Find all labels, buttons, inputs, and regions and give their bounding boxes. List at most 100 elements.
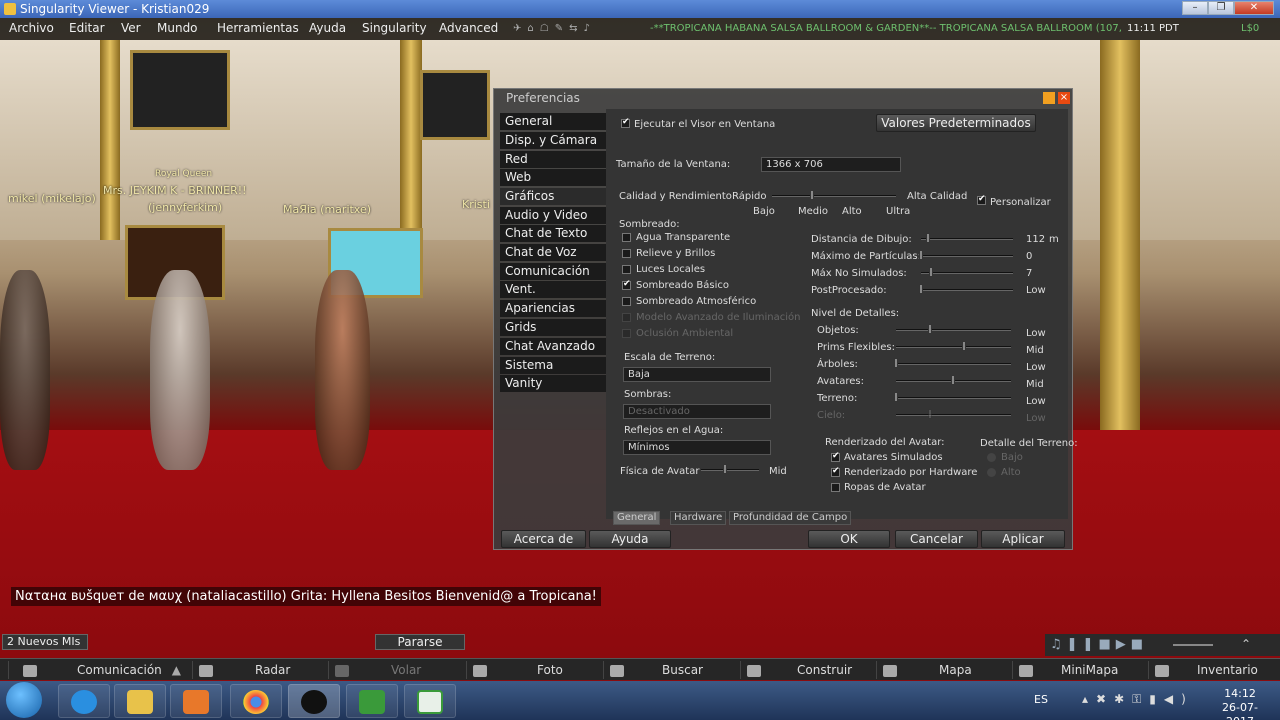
shader-checkbox[interactable] [622,279,631,290]
avatar-render-checkbox[interactable] [831,451,840,462]
draw-distance-slider[interactable] [921,238,1013,240]
category-communication[interactable]: Comunicación [500,263,606,280]
close-floater-button[interactable]: × [1058,92,1070,104]
start-button[interactable] [6,682,42,718]
dancing-avatar[interactable] [315,270,370,470]
media-buttons[interactable]: ♫❚❚■▶■ [1050,637,1148,652]
menu-singularity[interactable]: Singularity [362,21,427,35]
maximize-button[interactable]: ❐ [1208,1,1234,15]
new-im-button[interactable]: 2 Nuevos MIs [2,634,88,650]
lod-slider[interactable] [896,346,1011,348]
shader-checkbox[interactable] [622,249,631,258]
shader-checkbox[interactable] [622,329,631,338]
quality-slider[interactable] [772,195,896,197]
lod-slider-handle[interactable] [962,341,966,351]
terrain-scale-dropdown[interactable]: Baja [623,367,771,382]
toolbar-chat-button[interactable]: Comunicación ▲ [8,661,188,679]
max-particles-slider[interactable] [921,255,1013,257]
taskbar-singularity[interactable] [288,684,340,718]
lod-slider[interactable] [896,363,1011,365]
lod-slider-handle[interactable] [894,358,898,368]
lod-slider[interactable] [896,397,1011,399]
avatar-render-checkbox[interactable] [831,483,840,492]
system-clock[interactable]: 14:12 26-07-2017 [1210,687,1270,720]
window-titlebar[interactable]: Singularity Viewer - Kristian029 – ❐ ✕ [0,0,1280,18]
taskbar-chrome[interactable] [230,684,282,718]
draw-distance-handle[interactable] [926,233,930,243]
custom-checkbox[interactable] [977,194,986,205]
volume-slider[interactable] [1173,644,1213,646]
category-vanity[interactable]: Vanity [500,375,606,392]
language-indicator[interactable]: ES [1034,693,1048,706]
category-popups[interactable]: Vent. Emergentes [500,281,606,313]
subtab-hardware[interactable]: Hardware [670,511,727,525]
category-network[interactable]: Red [500,151,606,168]
shader-checkbox[interactable] [622,233,631,242]
region-name[interactable]: -**TROPICANA HABANA SALSA BALLROOM & GAR… [650,23,1122,34]
max-particles-handle[interactable] [919,250,923,260]
status-icons[interactable]: ✈⌂☖✎⇆♪ [513,23,643,35]
lod-slider-handle[interactable] [951,375,955,385]
avatar-physics-handle[interactable] [723,464,727,474]
menu-archivo[interactable]: Archivo [9,21,54,35]
shader-checkbox[interactable] [622,297,631,306]
category-display[interactable]: Disp. y Cámara [500,132,606,149]
category-general[interactable]: General [500,113,606,130]
postprocess-slider[interactable] [921,289,1013,291]
about-button[interactable]: Acerca de [501,530,586,548]
menu-editar[interactable]: Editar [69,21,105,35]
cancel-button[interactable]: Cancelar [895,530,978,548]
taskbar-camtasia-2[interactable] [404,684,456,718]
subtab-general[interactable]: General [613,511,661,525]
apply-button[interactable]: Aplicar [981,530,1065,548]
menu-herramientas[interactable]: Herramientas [217,21,299,35]
toolbar-fly-button[interactable]: Volar [328,661,461,679]
category-voice-chat[interactable]: Chat de Voz [500,244,606,261]
category-audio-video[interactable]: Audio y Video [500,207,606,224]
subtab-depth-of-field[interactable]: Profundidad de Campo [729,511,852,525]
lod-slider-handle[interactable] [928,409,932,419]
windowed-checkbox[interactable] [621,117,630,128]
media-controls[interactable]: ♫❚❚■▶■ ⌃ [1045,634,1280,656]
menu-mundo[interactable]: Mundo [157,21,198,35]
toolbar-snapshot-button[interactable]: Foto [466,661,599,679]
category-graphics[interactable]: Gráficos [500,188,606,205]
taskbar-media[interactable] [170,684,222,718]
shader-checkbox[interactable] [622,265,631,274]
terrain-detail-radio-low[interactable] [987,453,996,462]
shader-checkbox[interactable] [622,313,631,322]
tray-icons[interactable]: ▴✖✱⚿▮◀) [1082,692,1194,707]
terrain-detail-radio-high[interactable] [987,468,996,477]
linden-balance[interactable]: L$0 [1241,23,1259,34]
taskbar-camtasia[interactable] [346,684,398,718]
max-nonimp-handle[interactable] [929,267,933,277]
minimize-button[interactable]: – [1182,1,1208,15]
lod-slider-handle[interactable] [894,392,898,402]
category-grids[interactable]: Grids [500,319,606,336]
toolbar-minimap-button[interactable]: MiniMapa [1012,661,1145,679]
lod-slider-handle[interactable] [928,324,932,334]
category-advanced-chat[interactable]: Chat Avanzado [500,338,606,355]
category-appearance[interactable]: Apariencias [500,300,606,317]
lod-slider[interactable] [896,329,1011,331]
close-window-button[interactable]: ✕ [1234,1,1274,15]
max-nonimp-slider[interactable] [921,272,1013,274]
window-size-field[interactable]: 1366 x 706 [761,157,901,172]
menu-ayuda[interactable]: Ayuda [309,21,346,35]
lod-slider[interactable] [896,414,1011,416]
quality-slider-handle[interactable] [810,190,814,200]
postprocess-handle[interactable] [919,284,923,294]
toolbar-radar-button[interactable]: Radar [192,661,325,679]
taskbar-explorer[interactable] [114,684,166,718]
toolbar-inventory-button[interactable]: Inventario [1148,661,1278,679]
defaults-button[interactable]: Valores Predeterminados [876,114,1036,132]
toolbar-build-button[interactable]: Construir [740,661,873,679]
chevron-up-icon[interactable]: ⌃ [1241,637,1251,651]
menu-advanced[interactable]: Advanced [439,21,498,35]
category-text-chat[interactable]: Chat de Texto [500,225,606,242]
menu-ver[interactable]: Ver [121,21,141,35]
minimize-floater-button[interactable] [1043,92,1055,104]
category-web[interactable]: Web [500,169,606,186]
dancing-avatar[interactable] [0,270,50,470]
avatar-physics-slider[interactable] [701,469,759,471]
